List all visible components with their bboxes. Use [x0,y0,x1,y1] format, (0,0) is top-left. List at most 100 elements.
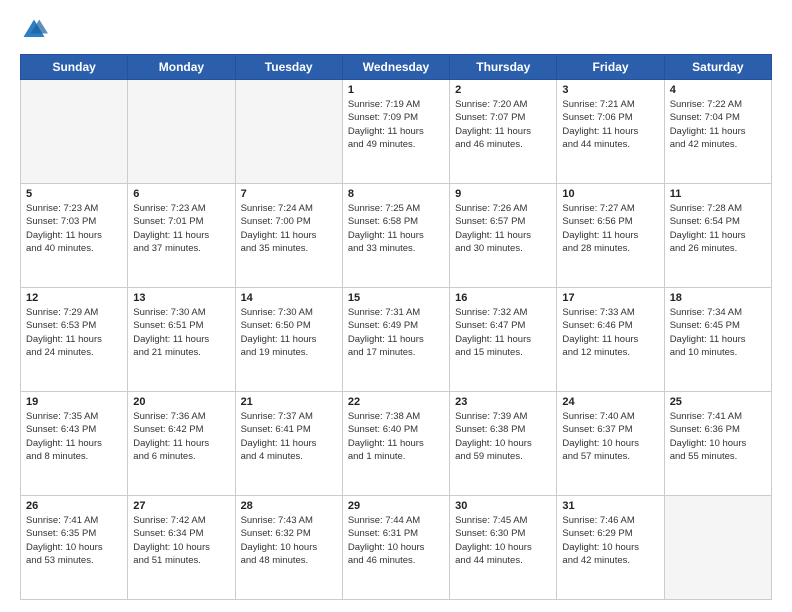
day-info: Sunrise: 7:38 AM Sunset: 6:40 PM Dayligh… [348,410,444,463]
day-info: Sunrise: 7:21 AM Sunset: 7:06 PM Dayligh… [562,98,658,151]
day-info: Sunrise: 7:40 AM Sunset: 6:37 PM Dayligh… [562,410,658,463]
calendar-week-row: 12 Sunrise: 7:29 AM Sunset: 6:53 PM Dayli… [21,288,772,392]
day-number: 5 [26,188,122,200]
day-number: 25 [670,396,766,408]
day-number: 4 [670,84,766,96]
calendar-cell [21,80,128,184]
day-number: 19 [26,396,122,408]
calendar-cell: 16Sunrise: 7:32 AM Sunset: 6:47 PM Dayli… [450,288,557,392]
calendar-cell: 27Sunrise: 7:42 AM Sunset: 6:34 PM Dayli… [128,496,235,600]
calendar-cell: 9 Sunrise: 7:26 AM Sunset: 6:57 PM Daylig… [450,184,557,288]
calendar-cell: 3 Sunrise: 7:21 AM Sunset: 7:06 PM Daylig… [557,80,664,184]
day-info: Sunrise: 7:42 AM Sunset: 6:34 PM Dayligh… [133,514,229,567]
day-info: Sunrise: 7:26 AM Sunset: 6:57 PM Dayligh… [455,202,551,255]
day-number: 1 [348,84,444,96]
calendar-cell: 23 Sunrise: 7:39 AM Sunset: 6:38 PM Dayli… [450,392,557,496]
calendar-week-row: 19Sunrise: 7:35 AM Sunset: 6:43 PM Dayli… [21,392,772,496]
day-number: 26 [26,500,122,512]
day-number: 24 [562,396,658,408]
day-info: Sunrise: 7:30 AM Sunset: 6:50 PM Dayligh… [241,306,337,359]
calendar-cell: 26 Sunrise: 7:41 AM Sunset: 6:35 PM Dayli… [21,496,128,600]
weekday-header: Thursday [450,55,557,80]
calendar-cell: 24 Sunrise: 7:40 AM Sunset: 6:37 PM Dayli… [557,392,664,496]
weekday-header: Wednesday [342,55,449,80]
calendar-cell: 30Sunrise: 7:45 AM Sunset: 6:30 PM Dayli… [450,496,557,600]
day-number: 8 [348,188,444,200]
day-number: 10 [562,188,658,200]
day-info: Sunrise: 7:27 AM Sunset: 6:56 PM Dayligh… [562,202,658,255]
logo-icon [20,16,48,44]
calendar-cell: 20 Sunrise: 7:36 AM Sunset: 6:42 PM Dayli… [128,392,235,496]
calendar-cell: 4 Sunrise: 7:22 AM Sunset: 7:04 PM Daylig… [664,80,771,184]
day-number: 7 [241,188,337,200]
day-number: 12 [26,292,122,304]
day-info: Sunrise: 7:20 AM Sunset: 7:07 PM Dayligh… [455,98,551,151]
weekday-header: Sunday [21,55,128,80]
day-info: Sunrise: 7:39 AM Sunset: 6:38 PM Dayligh… [455,410,551,463]
day-info: Sunrise: 7:43 AM Sunset: 6:32 PM Dayligh… [241,514,337,567]
calendar-cell: 29Sunrise: 7:44 AM Sunset: 6:31 PM Dayli… [342,496,449,600]
day-number: 3 [562,84,658,96]
day-number: 18 [670,292,766,304]
calendar-cell: 31Sunrise: 7:46 AM Sunset: 6:29 PM Dayli… [557,496,664,600]
calendar-cell [128,80,235,184]
calendar-week-row: 26 Sunrise: 7:41 AM Sunset: 6:35 PM Dayli… [21,496,772,600]
weekday-header: Saturday [664,55,771,80]
calendar-cell: 10 Sunrise: 7:27 AM Sunset: 6:56 PM Dayli… [557,184,664,288]
calendar-cell: 18 Sunrise: 7:34 AM Sunset: 6:45 PM Dayli… [664,288,771,392]
calendar-cell: 25Sunrise: 7:41 AM Sunset: 6:36 PM Dayli… [664,392,771,496]
day-number: 31 [562,500,658,512]
calendar-cell: 28 Sunrise: 7:43 AM Sunset: 6:32 PM Dayli… [235,496,342,600]
day-info: Sunrise: 7:23 AM Sunset: 7:03 PM Dayligh… [26,202,122,255]
day-number: 17 [562,292,658,304]
calendar-cell [235,80,342,184]
calendar-cell: 1Sunrise: 7:19 AM Sunset: 7:09 PM Daylig… [342,80,449,184]
day-info: Sunrise: 7:44 AM Sunset: 6:31 PM Dayligh… [348,514,444,567]
day-info: Sunrise: 7:37 AM Sunset: 6:41 PM Dayligh… [241,410,337,463]
calendar-cell: 7 Sunrise: 7:24 AM Sunset: 7:00 PM Daylig… [235,184,342,288]
day-number: 20 [133,396,229,408]
day-info: Sunrise: 7:33 AM Sunset: 6:46 PM Dayligh… [562,306,658,359]
day-number: 21 [241,396,337,408]
calendar-cell: 2 Sunrise: 7:20 AM Sunset: 7:07 PM Daylig… [450,80,557,184]
day-info: Sunrise: 7:45 AM Sunset: 6:30 PM Dayligh… [455,514,551,567]
weekday-header: Monday [128,55,235,80]
calendar-cell: 12 Sunrise: 7:29 AM Sunset: 6:53 PM Dayli… [21,288,128,392]
day-number: 15 [348,292,444,304]
calendar-cell: 14 Sunrise: 7:30 AM Sunset: 6:50 PM Dayli… [235,288,342,392]
day-info: Sunrise: 7:23 AM Sunset: 7:01 PM Dayligh… [133,202,229,255]
calendar-cell: 5 Sunrise: 7:23 AM Sunset: 7:03 PM Daylig… [21,184,128,288]
calendar-cell: 15 Sunrise: 7:31 AM Sunset: 6:49 PM Dayli… [342,288,449,392]
calendar-table: SundayMondayTuesdayWednesdayThursdayFrid… [20,54,772,600]
day-number: 22 [348,396,444,408]
day-number: 23 [455,396,551,408]
day-info: Sunrise: 7:24 AM Sunset: 7:00 PM Dayligh… [241,202,337,255]
calendar-body: 1Sunrise: 7:19 AM Sunset: 7:09 PM Daylig… [21,80,772,600]
day-number: 2 [455,84,551,96]
calendar-cell: 8 Sunrise: 7:25 AM Sunset: 6:58 PM Daylig… [342,184,449,288]
day-number: 9 [455,188,551,200]
day-number: 11 [670,188,766,200]
calendar-cell: 6 Sunrise: 7:23 AM Sunset: 7:01 PM Daylig… [128,184,235,288]
page: SundayMondayTuesdayWednesdayThursdayFrid… [0,0,792,612]
calendar-week-row: 5 Sunrise: 7:23 AM Sunset: 7:03 PM Daylig… [21,184,772,288]
weekday-header: Tuesday [235,55,342,80]
day-info: Sunrise: 7:34 AM Sunset: 6:45 PM Dayligh… [670,306,766,359]
calendar-cell: 13Sunrise: 7:30 AM Sunset: 6:51 PM Dayli… [128,288,235,392]
day-info: Sunrise: 7:22 AM Sunset: 7:04 PM Dayligh… [670,98,766,151]
day-number: 28 [241,500,337,512]
calendar-week-row: 1Sunrise: 7:19 AM Sunset: 7:09 PM Daylig… [21,80,772,184]
day-info: Sunrise: 7:36 AM Sunset: 6:42 PM Dayligh… [133,410,229,463]
calendar-cell: 19Sunrise: 7:35 AM Sunset: 6:43 PM Dayli… [21,392,128,496]
day-info: Sunrise: 7:29 AM Sunset: 6:53 PM Dayligh… [26,306,122,359]
day-info: Sunrise: 7:41 AM Sunset: 6:35 PM Dayligh… [26,514,122,567]
calendar-cell: 21 Sunrise: 7:37 AM Sunset: 6:41 PM Dayli… [235,392,342,496]
day-info: Sunrise: 7:32 AM Sunset: 6:47 PM Dayligh… [455,306,551,359]
day-number: 14 [241,292,337,304]
calendar-header-row: SundayMondayTuesdayWednesdayThursdayFrid… [21,55,772,80]
day-number: 13 [133,292,229,304]
day-info: Sunrise: 7:31 AM Sunset: 6:49 PM Dayligh… [348,306,444,359]
day-info: Sunrise: 7:25 AM Sunset: 6:58 PM Dayligh… [348,202,444,255]
calendar-cell [664,496,771,600]
day-number: 6 [133,188,229,200]
